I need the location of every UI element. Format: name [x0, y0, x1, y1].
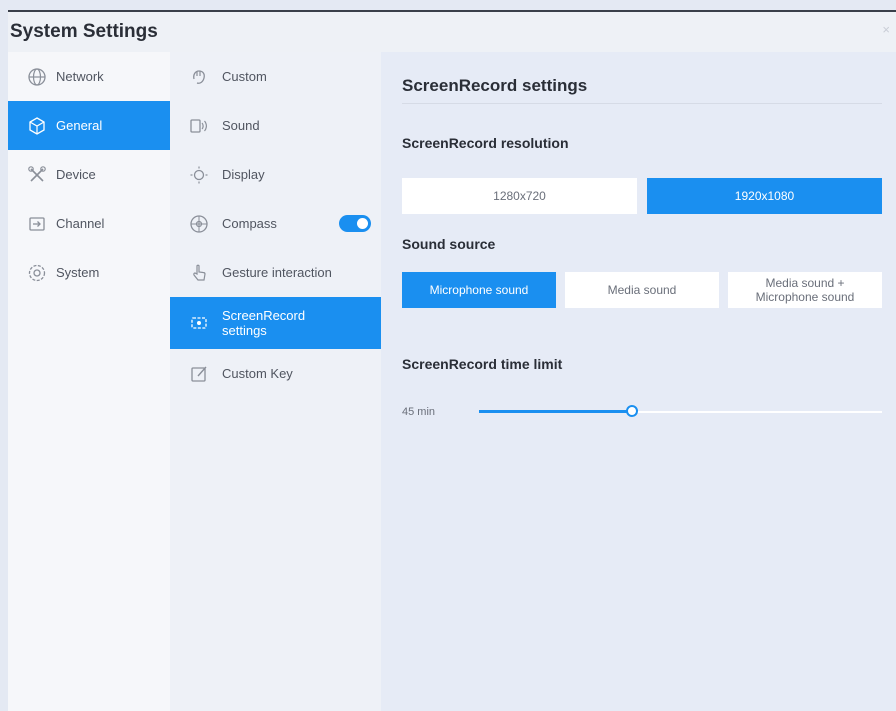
page-title: ScreenRecord settings — [402, 76, 588, 95]
cube-icon — [26, 115, 48, 137]
sidebar-item-general[interactable]: General — [8, 101, 170, 150]
sidebar-item-label: Channel — [56, 216, 105, 231]
subnav-item-sound[interactable]: Sound — [170, 101, 381, 150]
sound-option-media[interactable]: Media sound — [565, 272, 719, 308]
compass-icon — [188, 213, 210, 235]
compass-toggle[interactable] — [339, 215, 371, 232]
subnav-item-label: Display — [222, 167, 265, 182]
edit-icon — [188, 363, 210, 385]
record-icon — [188, 312, 210, 334]
sidebar-item-network[interactable]: Network — [8, 52, 170, 101]
content-panel: ScreenRecord settings ScreenRecord resol… — [381, 52, 896, 711]
sidebar-item-label: Network — [56, 69, 104, 84]
sidebar-item-label: System — [56, 265, 100, 280]
resolution-heading: ScreenRecord resolution — [402, 135, 569, 151]
subnav-item-custom-key[interactable]: Custom Key — [170, 349, 381, 398]
subnav-item-compass[interactable]: Compass — [170, 199, 381, 248]
tools-icon — [26, 164, 48, 186]
subnav-item-label: Gesture interaction — [222, 265, 332, 280]
subnav-item-label: Compass — [222, 216, 277, 231]
subnav: Custom Sound Display Compass Gesture int… — [170, 52, 381, 711]
title-bar: System Settings × — [8, 12, 896, 52]
sidebar-item-channel[interactable]: Channel — [8, 199, 170, 248]
input-icon — [26, 213, 48, 235]
subnav-item-label: Custom Key — [222, 366, 293, 381]
resolution-option-1280x720[interactable]: 1280x720 — [402, 178, 637, 214]
gear-icon — [26, 262, 48, 284]
sidebar-item-device[interactable]: Device — [8, 150, 170, 199]
window-title: System Settings — [10, 21, 158, 42]
sound-source-heading: Sound source — [402, 236, 496, 252]
sound-option-microphone[interactable]: Microphone sound — [402, 272, 556, 308]
sun-icon — [188, 164, 210, 186]
divider — [402, 103, 882, 104]
subnav-item-label: Custom — [222, 69, 267, 84]
time-limit-value: 45 min — [402, 406, 436, 418]
close-button[interactable]: × — [882, 22, 890, 37]
toggle-knob — [357, 218, 368, 229]
sidebar-item-label: Device — [56, 167, 96, 182]
time-limit-heading: ScreenRecord time limit — [402, 356, 563, 372]
subnav-item-display[interactable]: Display — [170, 150, 381, 199]
time-limit-fill — [479, 410, 633, 413]
subnav-item-label: ScreenRecord settings — [222, 308, 306, 338]
settings-window: System Settings × Network General Device — [8, 10, 896, 711]
subnav-item-screenrecord-settings[interactable]: ScreenRecord settings — [170, 297, 381, 349]
subnav-item-label: Sound — [222, 118, 260, 133]
sidebar: Network General Device Channel System — [8, 52, 170, 711]
pointer-icon — [188, 262, 210, 284]
speaker-icon — [188, 115, 210, 137]
resolution-option-1920x1080[interactable]: 1920x1080 — [647, 178, 882, 214]
hand-icon — [188, 66, 210, 88]
subnav-item-gesture-interaction[interactable]: Gesture interaction — [170, 248, 381, 297]
sidebar-item-label: General — [56, 118, 103, 133]
sound-option-media-microphone[interactable]: Media sound + Microphone sound — [728, 272, 882, 308]
globe-icon — [26, 66, 48, 88]
sidebar-item-system[interactable]: System — [8, 248, 170, 297]
subnav-item-custom[interactable]: Custom — [170, 52, 381, 101]
time-limit-thumb[interactable] — [626, 405, 639, 417]
